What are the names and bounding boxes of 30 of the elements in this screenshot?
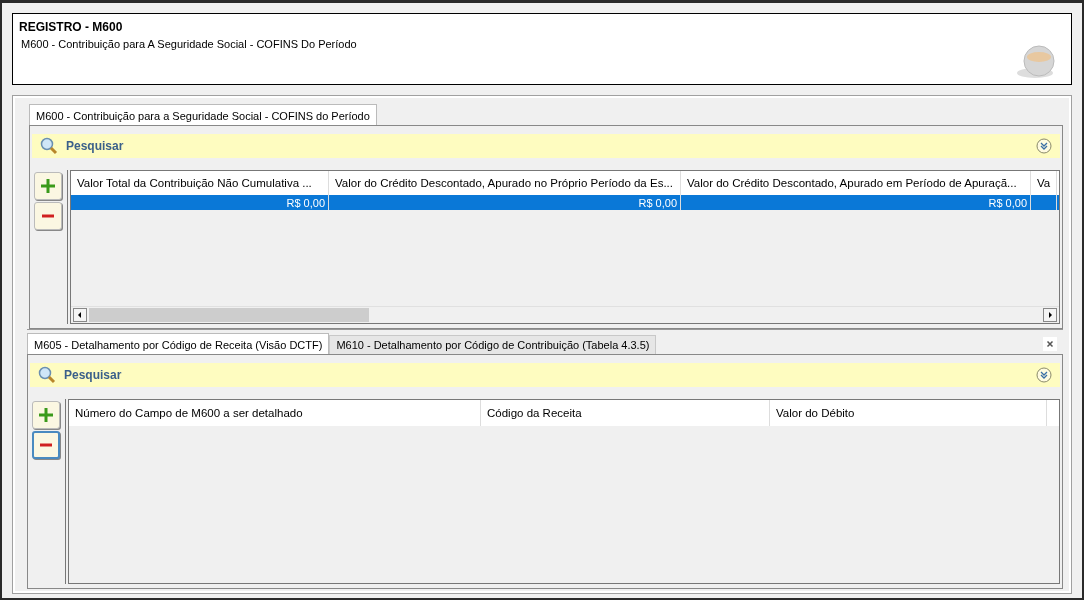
search-label: Pesquisar bbox=[66, 139, 124, 153]
expand-icon[interactable] bbox=[1036, 138, 1052, 154]
expand-icon[interactable] bbox=[1036, 367, 1052, 383]
search-bar[interactable]: Pesquisar bbox=[32, 134, 1060, 158]
scroll-left-icon[interactable] bbox=[73, 308, 87, 322]
search-icon bbox=[40, 137, 58, 155]
search-bar[interactable]: Pesquisar bbox=[30, 363, 1060, 387]
column-header[interactable]: Valor do Débito bbox=[770, 400, 1047, 426]
remove-button[interactable] bbox=[34, 202, 62, 230]
column-header[interactable]: Número do Campo de M600 a ser detalhado bbox=[69, 400, 481, 426]
search-icon bbox=[38, 366, 56, 384]
remove-button[interactable] bbox=[32, 431, 60, 459]
plus-icon bbox=[38, 407, 54, 423]
tab[interactable]: M605 - Detalhamento por Código de Receita (Visão DCTF) bbox=[27, 333, 330, 354]
horizontal-scrollbar[interactable] bbox=[71, 306, 1059, 323]
column-header[interactable]: Código da Receita bbox=[481, 400, 770, 426]
scroll-right-icon[interactable] bbox=[1043, 308, 1057, 322]
page-subtitle: M600 - Contribuição para A Seguridade Social - COFINS Do Período bbox=[20, 38, 357, 50]
add-button[interactable] bbox=[32, 401, 60, 429]
table-row[interactable]: R$ 0,00 R$ 0,00 R$ 0,00 bbox=[71, 195, 1059, 210]
table-cell: R$ 0,00 bbox=[638, 196, 677, 209]
table-cell: R$ 0,00 bbox=[988, 196, 1027, 209]
tab[interactable]: M600 - Contribuição para a Seguridade Social - COFINS do Período bbox=[29, 104, 377, 125]
table-cell: R$ 0,00 bbox=[286, 196, 325, 209]
search-label: Pesquisar bbox=[64, 368, 122, 382]
tab[interactable]: M610 - Detalhamento por Código de Contribuição (Tabela 4.3.5) bbox=[329, 335, 657, 354]
plus-icon bbox=[40, 178, 56, 194]
close-icon[interactable] bbox=[1043, 337, 1057, 351]
page-title: REGISTRO - M600 bbox=[19, 20, 124, 34]
add-button[interactable] bbox=[34, 172, 62, 200]
